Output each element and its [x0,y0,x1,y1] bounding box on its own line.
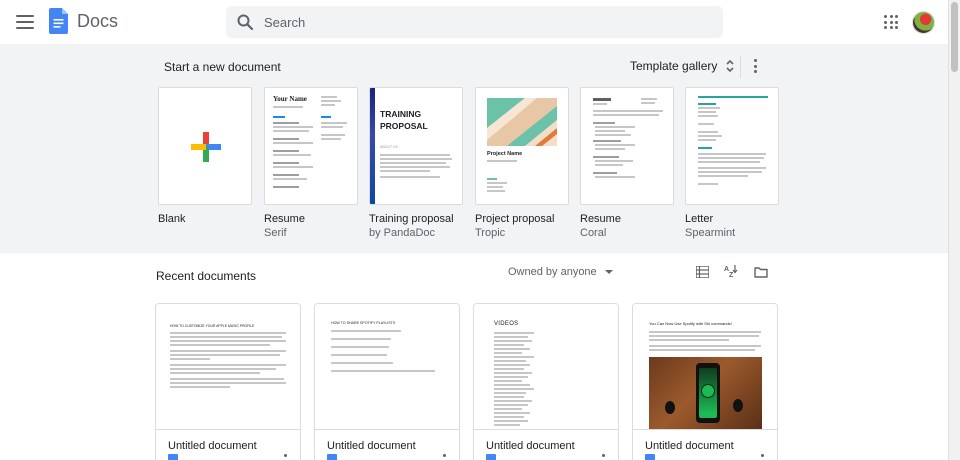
document-meta [168,454,178,460]
recent-document-card[interactable]: HOW TO CUSTOMIZE YOUR APPLE MUSIC PROFIL… [155,303,301,460]
caret-down-icon [604,270,613,274]
document-title: Untitled document [645,440,734,452]
hamburger-menu-icon[interactable] [14,12,36,32]
docs-file-icon [486,454,496,460]
divider [740,56,741,78]
template-blank[interactable]: Blank [158,87,252,225]
document-meta [486,454,496,460]
template-thumbnail[interactable] [685,87,779,205]
search-bar[interactable] [226,6,723,38]
folder-icon[interactable] [754,266,768,278]
recent-document-card[interactable]: VIDEOS Untitled document [473,303,619,460]
document-preview[interactable]: HOW TO CUSTOMIZE YOUR APPLE MUSIC PROFIL… [156,304,300,430]
recent-document-card[interactable]: You Can Now Use Spotify with Siri comman… [632,303,778,460]
docs-file-icon [168,454,178,460]
start-new-document-heading: Start a new document [164,60,281,74]
docs-logo-icon[interactable] [49,8,68,34]
template-thumbnail[interactable] [580,87,674,205]
document-title: Untitled document [486,440,575,452]
template-letter-spearmint[interactable]: Letter Spearmint [685,87,779,239]
earbud-image [733,399,743,412]
plus-icon [191,132,221,162]
search-icon[interactable] [236,13,254,31]
preview-title: Your Name [273,95,307,103]
more-options-icon[interactable] [761,454,765,460]
document-meta [327,454,337,460]
template-gallery-label: Template gallery [630,59,718,73]
preview-subtitle: ABOUT US [380,145,398,149]
preview-title: Project Name [487,151,523,157]
more-options-icon[interactable] [443,454,447,460]
svg-text:Z: Z [729,272,734,278]
template-thumbnail[interactable]: TRAINING PROPOSAL ABOUT US [369,87,463,205]
owner-filter-label: Owned by anyone [508,266,597,278]
template-thumbnail[interactable] [158,87,252,205]
docs-file-icon [327,454,337,460]
phone-image [696,363,720,423]
owner-filter-dropdown[interactable]: Owned by anyone [508,266,613,278]
template-project-proposal[interactable]: Project Name Project proposal Tropic [475,87,569,239]
app-name[interactable]: Docs [77,11,118,32]
template-training-proposal[interactable]: TRAINING PROPOSAL ABOUT US Training prop… [369,87,463,239]
template-subname: Coral [580,227,607,239]
template-thumbnail[interactable]: Your Name [264,87,358,205]
preview-heading: HOW TO CUSTOMIZE YOUR APPLE MUSIC PROFIL… [170,324,255,328]
earbud-image [665,401,675,414]
template-name: Training proposal [369,213,454,225]
document-title: Untitled document [168,440,257,452]
template-name: Project proposal [475,213,555,225]
recent-documents-heading: Recent documents [156,269,257,283]
template-subname: Serif [264,227,287,239]
preview-title: TRAINING PROPOSAL [380,109,428,131]
template-subname: Tropic [475,227,506,239]
sort-az-icon[interactable]: A Z [724,264,738,278]
more-options-icon[interactable] [748,56,762,76]
page-scrollbar[interactable] [948,0,960,460]
document-preview[interactable]: VIDEOS [474,304,618,430]
preview-heading: You Can Now Use Spotify with Siri comman… [649,321,732,326]
preview-photo [649,357,762,429]
search-input[interactable] [264,12,704,32]
template-name: Resume [264,213,305,225]
preview-heading: VIDEOS [494,321,519,327]
recent-document-card[interactable]: HOW TO SHARE SPOTIFY PLAYLISTS Untitled … [314,303,460,460]
docs-file-icon [645,454,655,460]
scrollbar-thumb[interactable] [951,2,958,72]
more-options-icon[interactable] [284,454,288,460]
document-preview[interactable]: You Can Now Use Spotify with Siri comman… [633,304,777,430]
preview-accent-line [698,96,768,98]
template-name: Resume [580,213,621,225]
template-thumbnail[interactable]: Project Name [475,87,569,205]
template-name: Letter [685,213,714,225]
template-subname: by PandaDoc [369,227,436,239]
unfold-more-icon [726,59,734,73]
preview-accent-bar [370,88,375,204]
top-bar: Docs [0,0,948,44]
spotify-logo-icon [701,384,715,398]
google-apps-grid-icon[interactable] [884,15,898,29]
list-view-icon[interactable] [696,266,709,278]
template-gallery-button[interactable]: Template gallery [624,54,741,78]
document-title: Untitled document [327,440,416,452]
document-meta [645,454,655,460]
preview-tropic-artwork [487,98,557,146]
docs-home: Docs Start a new document Template galle… [0,0,960,460]
template-resume-serif[interactable]: Your Name Resume Serif [264,87,358,239]
template-subname: Spearmint [685,227,736,239]
template-resume-coral[interactable]: Resume Coral [580,87,674,239]
template-name: Blank [158,213,186,225]
account-avatar[interactable] [912,11,935,34]
more-options-icon[interactable] [602,454,606,460]
template-gallery-section: Start a new document Template gallery Bl… [0,44,948,253]
document-preview[interactable]: HOW TO SHARE SPOTIFY PLAYLISTS [315,304,459,430]
preview-heading: HOW TO SHARE SPOTIFY PLAYLISTS [331,321,396,325]
